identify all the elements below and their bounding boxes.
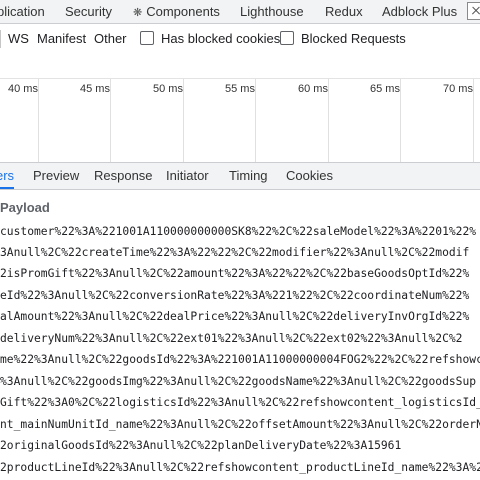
tab-lighthouse-label: Lighthouse — [240, 4, 304, 19]
timeline-gridline — [473, 79, 474, 163]
tab-security[interactable]: Security — [65, 0, 112, 23]
filter-type-other-label: Other — [94, 31, 127, 46]
payload-line: 2isPromGift%22%3Anull%2C%22amount%22%3A%… — [0, 267, 470, 280]
tab-timing-label: Timing — [229, 168, 268, 183]
timeline-gridline — [110, 79, 111, 163]
payload-title-label: Payload — [0, 200, 50, 215]
timeline-tick-label: 60 ms — [298, 83, 328, 95]
toolbar-divider — [0, 30, 1, 48]
payload-line: 2originalGoodsId%22%3Anull%2C%22planDeli… — [0, 439, 402, 452]
payload-line: 3Anull%2C%22createTime%22%3A%22%22%2C%22… — [0, 246, 470, 259]
filter-type-manifest-label: Manifest — [37, 31, 87, 46]
blocked-requests-label: Blocked Requests — [301, 31, 406, 46]
timeline-tick-label: 65 ms — [370, 83, 400, 95]
timeline-tick-label: 45 ms — [80, 83, 110, 95]
checkbox-box[interactable] — [280, 31, 294, 45]
tab-application[interactable]: plication — [0, 0, 45, 23]
tab-cookies-label: Cookies — [286, 168, 333, 183]
timeline-tick-label: 70 ms — [443, 83, 473, 95]
timeline-gridline — [400, 79, 401, 163]
timeline-tick-label: 40 ms — [8, 83, 38, 95]
filter-type-other[interactable]: Other — [94, 24, 127, 54]
tab-timing[interactable]: Timing — [229, 163, 268, 189]
filter-type-ws-label: WS — [8, 31, 29, 46]
tab-response-label: Response — [94, 168, 153, 183]
tab-security-label: Security — [65, 4, 112, 19]
tab-components[interactable]: ❋ Components — [133, 0, 220, 23]
has-blocked-cookies-checkbox[interactable]: Has blocked cookies — [140, 24, 280, 54]
payload-line: nt_mainNumUnitId_name%22%3Anull%2C%22off… — [0, 418, 480, 431]
timeline-gridline — [183, 79, 184, 163]
gear-icon: ❋ — [133, 7, 143, 19]
network-filter-bar: WS Manifest Other Has blocked cookies Bl… — [0, 24, 480, 54]
blocked-requests-checkbox[interactable]: Blocked Requests — [280, 24, 406, 54]
tab-preview-label: Preview — [33, 168, 80, 183]
payload-line: alAmount%22%3Anull%2C%22dealPrice%22%3An… — [0, 310, 470, 323]
tab-response[interactable]: Response — [94, 163, 153, 189]
payload-line: Gift%22%3A0%2C%22logisticsId%22%3Anull%2… — [0, 396, 480, 409]
tab-cookies[interactable]: Cookies — [286, 163, 333, 189]
filter-type-ws[interactable]: WS — [8, 24, 29, 54]
has-blocked-cookies-label: Has blocked cookies — [161, 31, 281, 46]
payload-line: %3Anull%2C%22goodsImg%22%3Anull%2C%22goo… — [0, 375, 477, 388]
tab-components-label: Components — [146, 4, 220, 19]
tab-lighthouse[interactable]: Lighthouse — [240, 0, 304, 23]
timeline-tick-label: 55 ms — [225, 83, 255, 95]
close-icon[interactable] — [467, 2, 480, 20]
tab-adblock-plus-label: Adblock Plus — [382, 4, 458, 19]
tab-application-label: plication — [0, 4, 45, 19]
tab-initiator-label: Initiator — [166, 168, 209, 183]
payload-section-title[interactable]: Payload — [0, 200, 50, 215]
payload-line: deliveryNum%22%3Anull%2C%22ext01%22%3Anu… — [0, 332, 463, 345]
timeline-gridline — [255, 79, 256, 163]
timeline-tick-label: 50 ms — [153, 83, 183, 95]
timeline-gridline — [328, 79, 329, 163]
timeline-gridline — [38, 79, 39, 163]
payload-content[interactable]: customer%22%3A%221001A110000000000SK8%22… — [0, 222, 480, 480]
devtools-panel-tabbar: plication Security ❋ Components Lighthous… — [0, 0, 480, 24]
tab-redux-label: Redux — [325, 4, 363, 19]
filter-type-manifest[interactable]: Manifest — [37, 24, 86, 54]
tab-preview[interactable]: Preview — [33, 163, 79, 189]
checkbox-box[interactable] — [140, 31, 154, 45]
payload-line: 2productLineId%22%3Anull%2C%22refshowcon… — [0, 461, 480, 474]
payload-line: eId%22%3Anull%2C%22conversionRate%22%3A%… — [0, 289, 470, 302]
request-detail-tabbar: ers Preview Response Initiator Timing Co… — [0, 162, 480, 190]
network-overview-timeline[interactable]: 40 ms 45 ms 50 ms 55 ms 60 ms 65 ms 70 m… — [0, 78, 480, 163]
tab-adblock-plus[interactable]: Adblock Plus — [382, 0, 457, 23]
tab-headers-label: ers — [0, 168, 15, 183]
tab-initiator[interactable]: Initiator — [166, 163, 209, 189]
tab-redux[interactable]: Redux — [325, 0, 363, 23]
tab-headers[interactable]: ers — [0, 163, 15, 189]
payload-line: customer%22%3A%221001A110000000000SK8%22… — [0, 225, 477, 238]
payload-line: me%22%3Anull%2C%22goodsId%22%3A%221001A1… — [0, 353, 480, 366]
